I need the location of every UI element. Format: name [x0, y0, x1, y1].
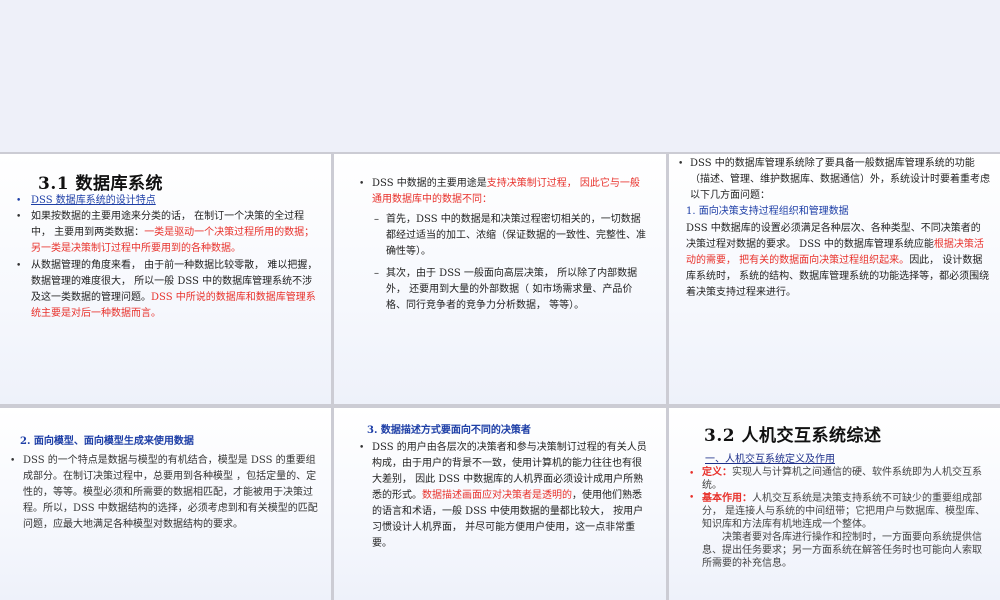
basic-role-text: 基本作用：人机交互系统是决策支持系统不可缺少的重要组成部分， 是连接人与系统的中…: [702, 493, 986, 530]
design-features-link[interactable]: DSS 数据库系统的设计特点: [31, 193, 321, 209]
bullet-icon: •: [16, 212, 22, 222]
bullet-icon: •: [359, 443, 365, 453]
dash-icon: –: [374, 268, 379, 279]
dash-icon: –: [374, 214, 379, 225]
data-usage-text: DSS 中数据的主要用途是支持决策制订过程， 因此它与一般通用数据库中的数据不同…: [372, 178, 640, 205]
subheading-decision-process: 1. 面向决策支持过程组织和管理数据: [686, 206, 849, 217]
slide-data-description[interactable]: 3. 数据描述方式要面向不同的决策者 • DSS 的用户由各层次的决策者和参与决…: [334, 408, 666, 600]
second-point-text: 其次，由于 DSS 一般面向高层决策， 所以除了内部数据外， 还要用到大量的外部…: [386, 268, 638, 311]
bullet-icon: •: [16, 196, 22, 206]
operation-text: 决策者要对各库进行操作和控制时，一方面要向系统提供信息、提出任务要求；另一方面系…: [702, 532, 982, 569]
slide-data-usage[interactable]: • DSS 中数据的主要用途是支持决策制订过程， 因此它与一般通用数据库中的数据…: [334, 154, 666, 404]
slide-title: 3.2 人机交互系统综述: [704, 426, 882, 446]
data-classification-text: 如果按数据的主要用途来分类的话， 在制订一个决策的全过程中， 主要用到两类数据：…: [31, 211, 315, 254]
bullet-icon: •: [10, 456, 16, 466]
slide-database-system[interactable]: 3.1 数据库系统 • DSS 数据库系统的设计特点 • 如果按数据的主要用途来…: [0, 154, 331, 404]
slide-model-oriented[interactable]: 2. 面向模型、面向模型生成来使用数据 • DSS 的一个特点是数据与模型的有机…: [0, 408, 331, 600]
dbms-intro-text: DSS 中的数据库管理系统除了要具备一般数据库管理系统的功能（描述、管理、维护数…: [690, 158, 990, 201]
data-description-text: DSS 的用户由各层次的决策者和参与决策制订过程的有关人员构成，由于用户的背景不…: [372, 442, 647, 549]
first-point-text: 首先，DSS 中的数据是和决策过程密切相关的，一切数据都经过适当的加工、浓缩（保…: [386, 214, 646, 257]
bullet-icon: •: [689, 469, 695, 479]
subheading-model-oriented: 2. 面向模型、面向模型生成来使用数据: [20, 436, 194, 447]
slide-dbms-design[interactable]: • DSS 中的数据库管理系统除了要具备一般数据库管理系统的功能（描述、管理、维…: [669, 154, 1000, 404]
model-data-text: DSS 的一个特点是数据与模型的有机结合，模型是 DSS 的重要组成部分。在制订…: [23, 455, 318, 530]
bullet-icon: •: [678, 159, 684, 169]
bullet-icon: •: [359, 179, 365, 189]
definition-text: 定义：实现人与计算机之间通信的硬、软件系统即为人机交互系统。: [702, 467, 982, 491]
bullet-icon: •: [16, 261, 22, 271]
subheading-data-description: 3. 数据描述方式要面向不同的决策者: [367, 425, 531, 436]
decision-process-text: DSS 中数据库的设置必须满足各种层次、各种类型、不同决策者的决策过程对数据的要…: [686, 223, 990, 298]
bullet-icon: •: [689, 493, 695, 503]
top-blank-area: [0, 0, 1000, 152]
slide-title: 3.1 数据库系统: [38, 174, 163, 194]
data-management-text: 从数据管理的角度来看， 由于前一种数据比较零散， 难以把握， 数据管理的难度很大…: [31, 260, 318, 319]
slide-hci-overview[interactable]: 3.2 人机交互系统综述 一、人机交互系统定义及作用 • 定义：实现人与计算机之…: [669, 408, 1000, 600]
